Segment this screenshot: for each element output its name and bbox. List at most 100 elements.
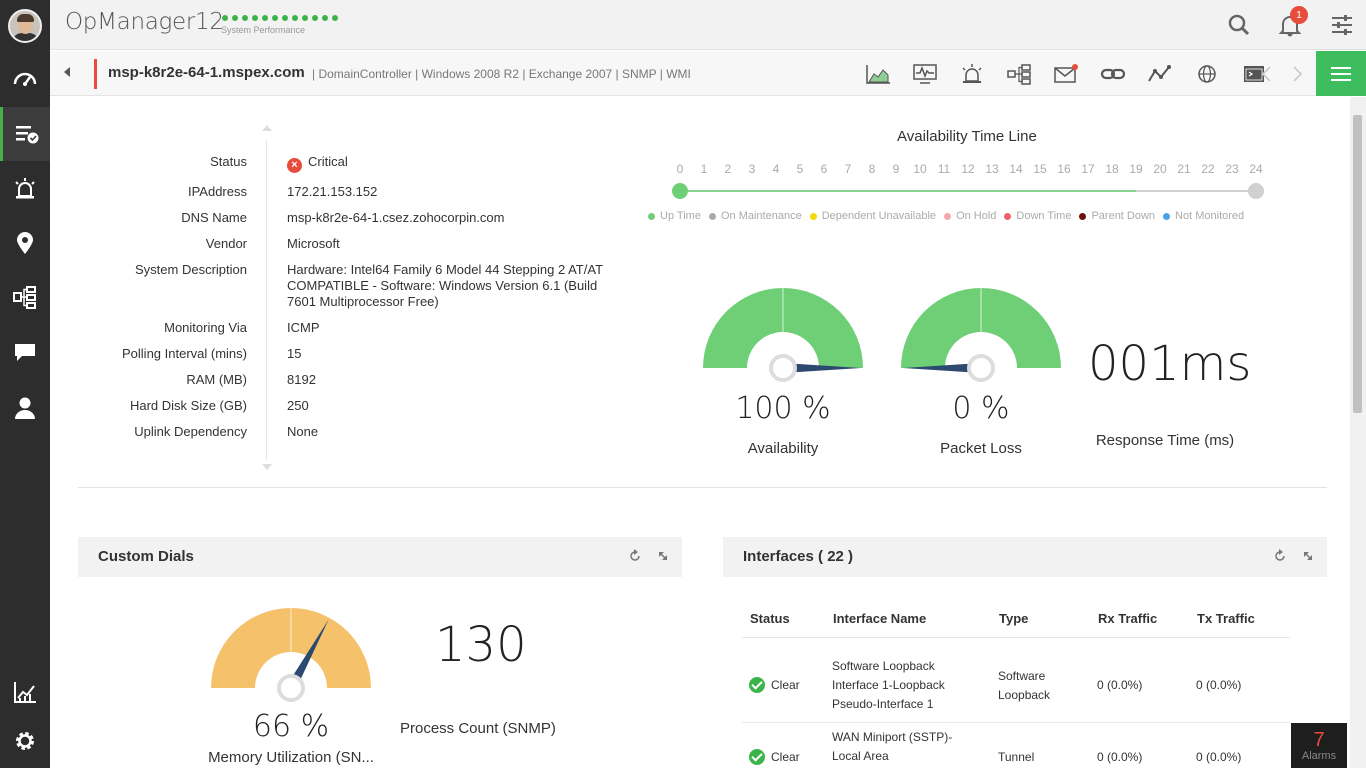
scroll-down-icon[interactable] [262, 464, 272, 470]
hamburger-icon [1331, 66, 1351, 81]
legend-item: On Hold [944, 210, 996, 222]
info-key: DNS Name [181, 210, 247, 225]
trend-line-icon[interactable] [1136, 61, 1183, 87]
info-value: Hardware: Intel64 Family 6 Model 44 Step… [287, 262, 603, 309]
device-tags: | DomainController | Windows 2008 R2 | E… [312, 67, 691, 81]
left-nav-rail [0, 0, 50, 768]
clear-check-icon [749, 749, 765, 765]
process-count-value: 130 [435, 617, 527, 673]
workflow-icon[interactable] [0, 270, 50, 324]
timeline-hour-label: 2 [724, 162, 732, 176]
column-header-tx-traffic[interactable]: Tx Traffic [1197, 611, 1255, 626]
gauge-hub [277, 674, 305, 702]
page-scrollbar[interactable] [1350, 97, 1366, 768]
timeline-hour-label: 15 [1033, 162, 1047, 176]
tx-traffic-cell: 0 (0.0%) [1196, 678, 1242, 692]
timeline-hour-label: 3 [748, 162, 756, 176]
alarm-icon[interactable] [0, 162, 50, 216]
inventory-icon[interactable] [0, 107, 50, 161]
refresh-icon[interactable] [628, 549, 642, 563]
response-time-label: Response Time (ms) [1095, 432, 1235, 449]
timeline-hour-label: 1 [700, 162, 708, 176]
notification-badge: 1 [1290, 6, 1308, 24]
legend-item: Down Time [1004, 210, 1071, 222]
legend-item: Up Time [648, 210, 701, 222]
settings-gear-icon[interactable] [0, 714, 50, 768]
map-pin-icon[interactable] [0, 216, 50, 270]
legend-item: On Maintenance [708, 210, 802, 222]
memory-utilization-label: Memory Utilization (SN... [208, 749, 374, 766]
custom-dials-title: Custom Dials [98, 548, 194, 565]
type-cell: Tunnel [998, 750, 1035, 764]
timeline-hour-label: 0 [676, 162, 684, 176]
mail-icon[interactable] [1042, 61, 1089, 87]
info-key: System Description [135, 262, 247, 277]
app-title[interactable]: OpManager12 [65, 9, 224, 35]
gauge-hub [967, 354, 995, 382]
expand-icon[interactable] [656, 549, 670, 563]
next-device-icon[interactable] [1287, 63, 1307, 85]
monitor-pulse-icon[interactable] [901, 61, 948, 87]
scroll-up-icon[interactable] [262, 125, 272, 131]
info-value: 172.21.153.152 [287, 184, 378, 199]
packet-loss-gauge [901, 288, 1061, 382]
info-key: Vendor [205, 236, 247, 251]
interface-name-cell[interactable]: WAN Miniport (SSTP)-Local Area [832, 728, 962, 766]
column-header-rx-traffic[interactable]: Rx Traffic [1098, 611, 1157, 626]
timeline-hour-label: 13 [985, 162, 999, 176]
dashboard-icon[interactable] [0, 52, 50, 106]
timeline-hour-label: 24 [1249, 162, 1263, 176]
info-key: Uplink Dependency [134, 424, 247, 439]
availability-gauge [703, 288, 863, 382]
graph-area-icon[interactable] [854, 61, 901, 87]
table-row[interactable]: Clear Software Loopback Interface 1-Loop… [742, 638, 1290, 723]
timeline-hour-label: 11 [937, 162, 951, 176]
timeline-hour-label: 21 [1177, 162, 1191, 176]
info-value: ICMP [287, 320, 320, 335]
legend-item: Not Monitored [1163, 210, 1244, 222]
timeline-hour-label: 12 [961, 162, 975, 176]
search-icon[interactable] [1226, 12, 1252, 38]
collapse-arrow-icon[interactable] [64, 67, 70, 77]
reports-icon[interactable] [0, 665, 50, 719]
column-header-status[interactable]: Status [750, 611, 790, 626]
availability-label: Availability [747, 440, 819, 457]
column-header-type[interactable]: Type [999, 611, 1028, 626]
timeline-end-dot[interactable] [1248, 183, 1264, 199]
status-cell: Clear [749, 748, 800, 767]
user-avatar[interactable] [8, 9, 42, 43]
scrollbar-thumb[interactable] [1353, 115, 1362, 413]
previous-device-icon[interactable] [1257, 63, 1277, 85]
timeline-hour-label: 7 [844, 162, 852, 176]
response-time-value: 001ms [1088, 336, 1252, 392]
timeline-hour-label: 10 [913, 162, 927, 176]
chat-icon[interactable] [0, 325, 50, 379]
timeline-start-dot[interactable] [672, 183, 688, 199]
refresh-icon[interactable] [1273, 549, 1287, 563]
interface-name-cell[interactable]: Software Loopback Interface 1-Loopback P… [832, 657, 972, 714]
info-key: Hard Disk Size (GB) [129, 398, 247, 413]
info-key: Monitoring Via [164, 320, 247, 335]
menu-button[interactable] [1316, 51, 1366, 96]
link-icon[interactable] [1089, 61, 1136, 87]
user-icon[interactable] [0, 381, 50, 435]
table-row[interactable]: Clear WAN Miniport (SSTP)-Local Area Tun… [742, 723, 1290, 768]
info-value: 15 [287, 346, 302, 361]
timeline-hour-label: 19 [1129, 162, 1143, 176]
topology-icon[interactable] [995, 61, 1042, 87]
interfaces-header: Interfaces ( 22 ) [723, 537, 1327, 577]
memory-utilization-value: 66 % [252, 709, 330, 744]
globe-icon[interactable] [1183, 61, 1230, 87]
timeline-hour-label: 14 [1009, 162, 1023, 176]
column-header-interface-name[interactable]: Interface Name [833, 611, 926, 626]
alarms-counter[interactable]: 7 Alarms [1291, 723, 1347, 768]
info-value: None [287, 424, 319, 439]
sliders-icon[interactable] [1329, 12, 1355, 38]
rx-traffic-cell: 0 (0.0%) [1097, 678, 1143, 692]
expand-icon[interactable] [1301, 549, 1315, 563]
alarm-siren-icon[interactable] [948, 61, 995, 87]
timeline-hour-label: 16 [1057, 162, 1071, 176]
packet-loss-value: 0 % [952, 391, 1010, 426]
critical-icon: × [287, 158, 302, 173]
info-divider [266, 140, 267, 460]
